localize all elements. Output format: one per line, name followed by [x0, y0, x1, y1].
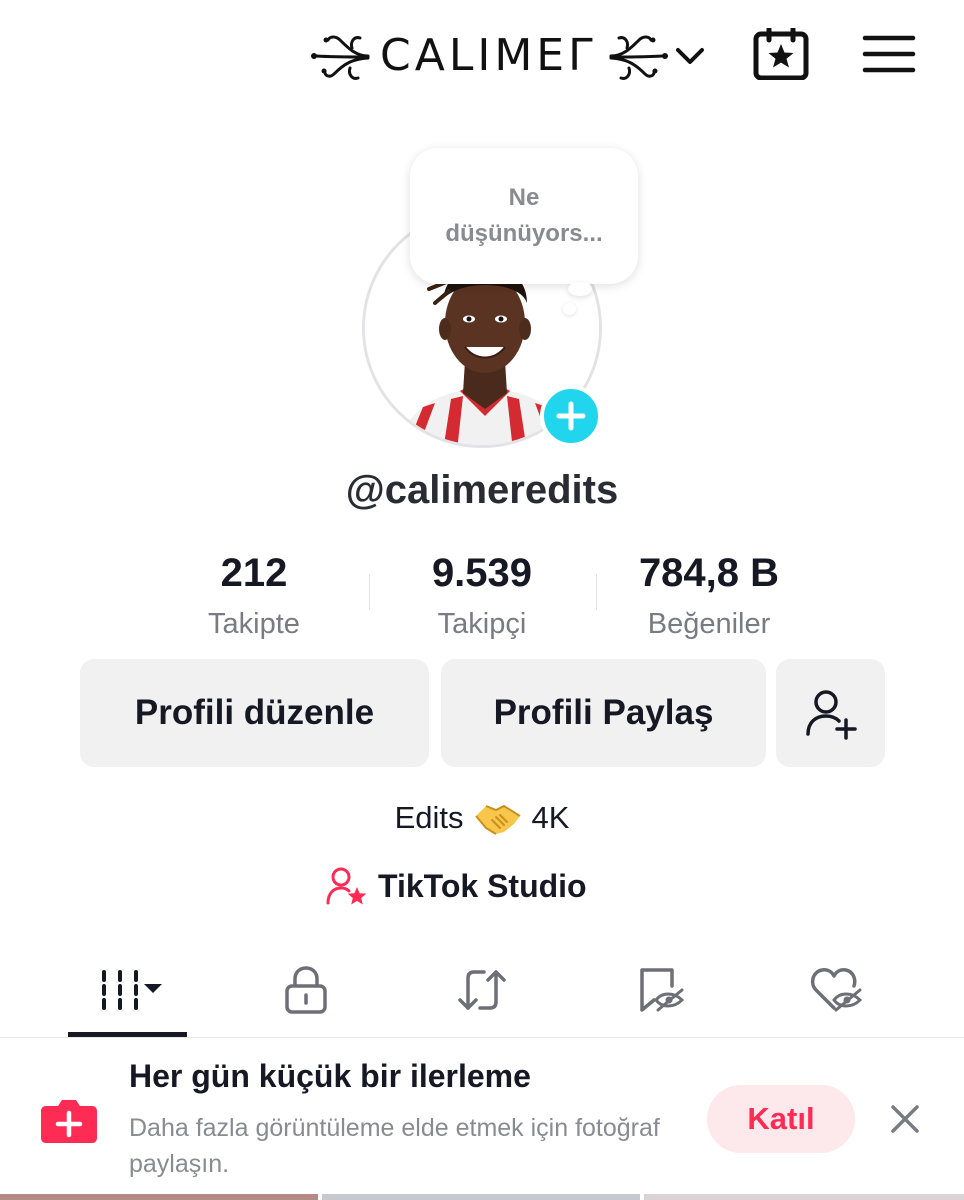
add-friends-button[interactable] — [776, 659, 885, 767]
calendar-star-icon[interactable] — [752, 28, 810, 80]
banner-title: Her gün küçük bir ilerleme — [129, 1058, 531, 1094]
following-label: Takipte — [208, 608, 300, 640]
video-thumbnail[interactable] — [322, 1194, 640, 1200]
user-star-icon — [326, 867, 367, 905]
account-switcher[interactable]: CALIMEГ — [308, 26, 707, 86]
hamburger-menu-icon[interactable] — [862, 34, 916, 74]
note-bubble[interactable]: Ne düşünüyors... — [410, 148, 638, 284]
top-bar: CALIMEГ — [0, 0, 964, 110]
chevron-down-icon — [675, 48, 704, 64]
add-story-button[interactable] — [540, 385, 602, 447]
grid-bars-icon — [102, 970, 162, 1010]
account-name: CALIMEГ — [380, 30, 599, 81]
following-stat[interactable]: 212 Takipte — [134, 546, 374, 646]
username: @calimeredits — [345, 468, 619, 512]
bookmark-hidden-icon — [640, 968, 685, 1012]
likes-count: 784,8 B — [638, 551, 780, 595]
profile-stats: 212 Takipte 9.539 Takipçi 784,8 B Beğeni… — [0, 546, 964, 646]
tab-liked[interactable] — [800, 960, 872, 1020]
likes-label: Beğeniler — [647, 608, 771, 640]
following-count: 212 — [220, 551, 288, 595]
tab-reposts[interactable] — [446, 960, 518, 1020]
add-photo-icon — [41, 1100, 97, 1143]
lock-icon — [285, 966, 327, 1014]
studio-label: TikTok Studio — [378, 867, 587, 904]
bio-text-start: Edits — [394, 800, 464, 835]
add-user-icon — [805, 690, 857, 740]
followers-stat[interactable]: 9.539 Takipçi — [362, 546, 602, 646]
tab-private[interactable] — [270, 960, 342, 1020]
video-thumbnail[interactable] — [0, 1194, 318, 1200]
note-placeholder: Ne düşünüyors... — [445, 184, 603, 247]
heart-hidden-icon — [810, 968, 863, 1012]
video-thumbnail[interactable] — [644, 1194, 964, 1200]
bubble-tail-dot-small — [563, 303, 576, 315]
video-thumbnails-edge — [0, 1194, 964, 1200]
bubble-tail-dot — [568, 282, 592, 296]
join-button[interactable]: Katıl — [707, 1085, 855, 1153]
swirl-left-icon — [311, 35, 370, 80]
bio-text-end: 4K — [531, 800, 570, 835]
swirl-right-icon — [609, 35, 668, 80]
handshake-emoji-icon — [474, 804, 521, 835]
likes-stat[interactable]: 784,8 B Beğeniler — [589, 546, 829, 646]
followers-count: 9.539 — [431, 551, 533, 595]
edit-profile-button[interactable]: Profili düzenle — [80, 659, 429, 767]
plus-icon — [556, 401, 586, 431]
close-icon[interactable] — [886, 1100, 924, 1138]
followers-label: Takipçi — [437, 608, 527, 640]
content-tabs — [0, 950, 964, 1038]
tab-favorites[interactable] — [624, 960, 696, 1020]
repost-icon — [458, 970, 506, 1010]
banner-subtitle: Daha fazla görüntüleme elde etmek için f… — [129, 1114, 660, 1178]
tiktok-studio-link[interactable]: TikTok Studio — [326, 862, 587, 910]
share-profile-button[interactable]: Profili Paylaş — [441, 659, 766, 767]
tab-videos[interactable] — [80, 960, 176, 1020]
profile-bio: Edits 4K — [0, 798, 964, 838]
